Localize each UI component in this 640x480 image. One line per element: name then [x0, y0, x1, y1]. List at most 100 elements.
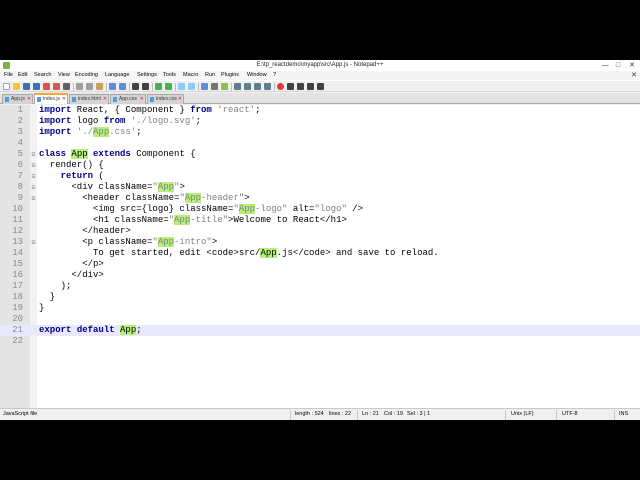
close-window-button[interactable]: ✕	[626, 61, 638, 70]
paste-icon[interactable]	[96, 83, 103, 90]
zoom-out-icon[interactable]	[165, 83, 172, 90]
user-language-icon[interactable]	[234, 83, 241, 90]
menu-file[interactable]: File	[4, 72, 13, 78]
run-macro-multiple-icon[interactable]	[307, 83, 314, 90]
code-line[interactable]: 5 ⊟ class App extends Component {	[0, 149, 640, 160]
code-line[interactable]: 19}	[0, 303, 640, 314]
code-line[interactable]: 21 export default App;	[0, 325, 640, 336]
menu-edit[interactable]: Edit	[18, 72, 27, 78]
menu-macro[interactable]: Macro	[183, 72, 198, 78]
play-macro-icon[interactable]	[297, 83, 304, 90]
code-line[interactable]: 15 </p>	[0, 259, 640, 270]
code-line[interactable]: 17 );	[0, 281, 640, 292]
tab-close-icon[interactable]: ✕	[103, 96, 107, 102]
code-line[interactable]: 7 ⊟ return (	[0, 171, 640, 182]
menu-language[interactable]: Language	[105, 72, 129, 78]
code-line[interactable]: 8 ⊟ <div className="App">	[0, 182, 640, 193]
cut-icon[interactable]	[76, 83, 83, 90]
save-macro-icon[interactable]	[317, 83, 324, 90]
close-icon[interactable]	[43, 83, 50, 90]
save-icon[interactable]	[23, 83, 30, 90]
code-line[interactable]: 2 import logo from './logo.svg';	[0, 116, 640, 127]
code-line[interactable]: 22	[0, 336, 640, 347]
fold-toggle-icon[interactable]: ⊟	[31, 160, 36, 171]
code-text: }	[39, 292, 56, 302]
fold-toggle-icon[interactable]: ⊟	[31, 237, 36, 248]
function-list-icon[interactable]	[254, 83, 261, 90]
code-line[interactable]: 1 import React, { Component } from 'react…	[0, 105, 640, 116]
zoom-in-icon[interactable]	[155, 83, 162, 90]
code-line[interactable]: 13 ⊟ <p className="App-intro">	[0, 237, 640, 248]
status-separator	[505, 410, 506, 420]
replace-icon[interactable]	[142, 83, 149, 90]
status-separator	[556, 410, 557, 420]
menu-plugins[interactable]: Plugins	[221, 72, 239, 78]
menu-settings[interactable]: Settings	[137, 72, 157, 78]
save-all-icon[interactable]	[33, 83, 40, 90]
redo-icon[interactable]	[119, 83, 126, 90]
tab-index-js[interactable]: index.js ✕	[34, 93, 68, 104]
word-wrap-icon[interactable]	[201, 83, 208, 90]
tab-close-icon[interactable]: ✕	[27, 96, 31, 102]
tab-app-css[interactable]: App.css ✕	[110, 94, 146, 104]
print-icon[interactable]	[63, 83, 70, 90]
status-length: length : 524	[295, 411, 324, 417]
toolbar-separator	[175, 83, 176, 91]
menu-run[interactable]: Run	[205, 72, 215, 78]
line-number: 17	[12, 281, 23, 291]
fold-toggle-icon[interactable]: ⊟	[31, 193, 36, 204]
line-number: 6	[17, 160, 23, 170]
find-icon[interactable]	[132, 83, 139, 90]
line-number: 8	[17, 182, 23, 192]
menu-search[interactable]: Search	[34, 72, 51, 78]
code-line[interactable]: 16 </div>	[0, 270, 640, 281]
fold-toggle-icon[interactable]: ⊟	[31, 149, 36, 160]
document-map-icon[interactable]	[244, 83, 251, 90]
sync-vertical-icon[interactable]	[178, 83, 185, 90]
new-file-icon[interactable]	[3, 83, 10, 90]
line-number: 22	[12, 336, 23, 346]
title-bar[interactable]: E:\tp_reactdemo\myapp\src\App.js - Notep…	[0, 60, 640, 71]
sync-horizontal-icon[interactable]	[188, 83, 195, 90]
folder-workspace-icon[interactable]	[264, 83, 271, 90]
code-line[interactable]: 20	[0, 314, 640, 325]
code-text: import './App.css';	[39, 127, 142, 137]
menu-view[interactable]: View	[58, 72, 70, 78]
code-line[interactable]: 18 }	[0, 292, 640, 303]
code-line[interactable]: 4	[0, 138, 640, 149]
tab-close-icon[interactable]: ✕	[178, 96, 182, 102]
code-line[interactable]: 12 </header>	[0, 226, 640, 237]
tab-close-icon[interactable]: ✕	[62, 96, 66, 102]
fold-toggle-icon[interactable]: ⊟	[31, 171, 36, 182]
close-document-icon[interactable]: ✕	[631, 71, 637, 79]
code-line[interactable]: 11 <h1 className="App-title">Welcome to …	[0, 215, 640, 226]
fold-toggle-icon[interactable]: ⊟	[31, 182, 36, 193]
code-editor[interactable]: 1 import React, { Component } from 'react…	[0, 105, 640, 408]
code-line[interactable]: 14 To get started, edit <code>src/App.js…	[0, 248, 640, 259]
line-number: 12	[12, 226, 23, 236]
record-macro-icon[interactable]	[277, 83, 284, 90]
undo-icon[interactable]	[109, 83, 116, 90]
menu-window[interactable]: Window	[247, 72, 267, 78]
code-text: render() {	[39, 160, 104, 170]
tab-index-css[interactable]: index.css ✕	[147, 94, 184, 104]
copy-icon[interactable]	[86, 83, 93, 90]
tab-close-icon[interactable]: ✕	[140, 96, 144, 102]
tab-app-js[interactable]: App.js ✕	[2, 94, 33, 104]
code-line[interactable]: 6 ⊟ render() {	[0, 160, 640, 171]
close-all-icon[interactable]	[53, 83, 60, 90]
code-line[interactable]: 3 import './App.css';	[0, 127, 640, 138]
indent-guide-icon[interactable]	[221, 83, 228, 90]
menu-tools[interactable]: Tools	[163, 72, 176, 78]
maximize-button[interactable]: □	[612, 61, 624, 70]
code-line[interactable]: 9 ⊟ <header className="App-header">	[0, 193, 640, 204]
tab-index-html[interactable]: index.html ✕	[69, 94, 109, 104]
minimize-button[interactable]: —	[599, 61, 611, 70]
menu-encoding[interactable]: Encoding	[75, 72, 98, 78]
menu-help[interactable]: ?	[273, 72, 276, 78]
stop-macro-icon[interactable]	[287, 83, 294, 90]
show-all-chars-icon[interactable]	[211, 83, 218, 90]
code-text: import logo from './logo.svg';	[39, 116, 202, 126]
code-line[interactable]: 10 <img src={logo} className="App-logo" …	[0, 204, 640, 215]
open-file-icon[interactable]	[13, 83, 20, 90]
